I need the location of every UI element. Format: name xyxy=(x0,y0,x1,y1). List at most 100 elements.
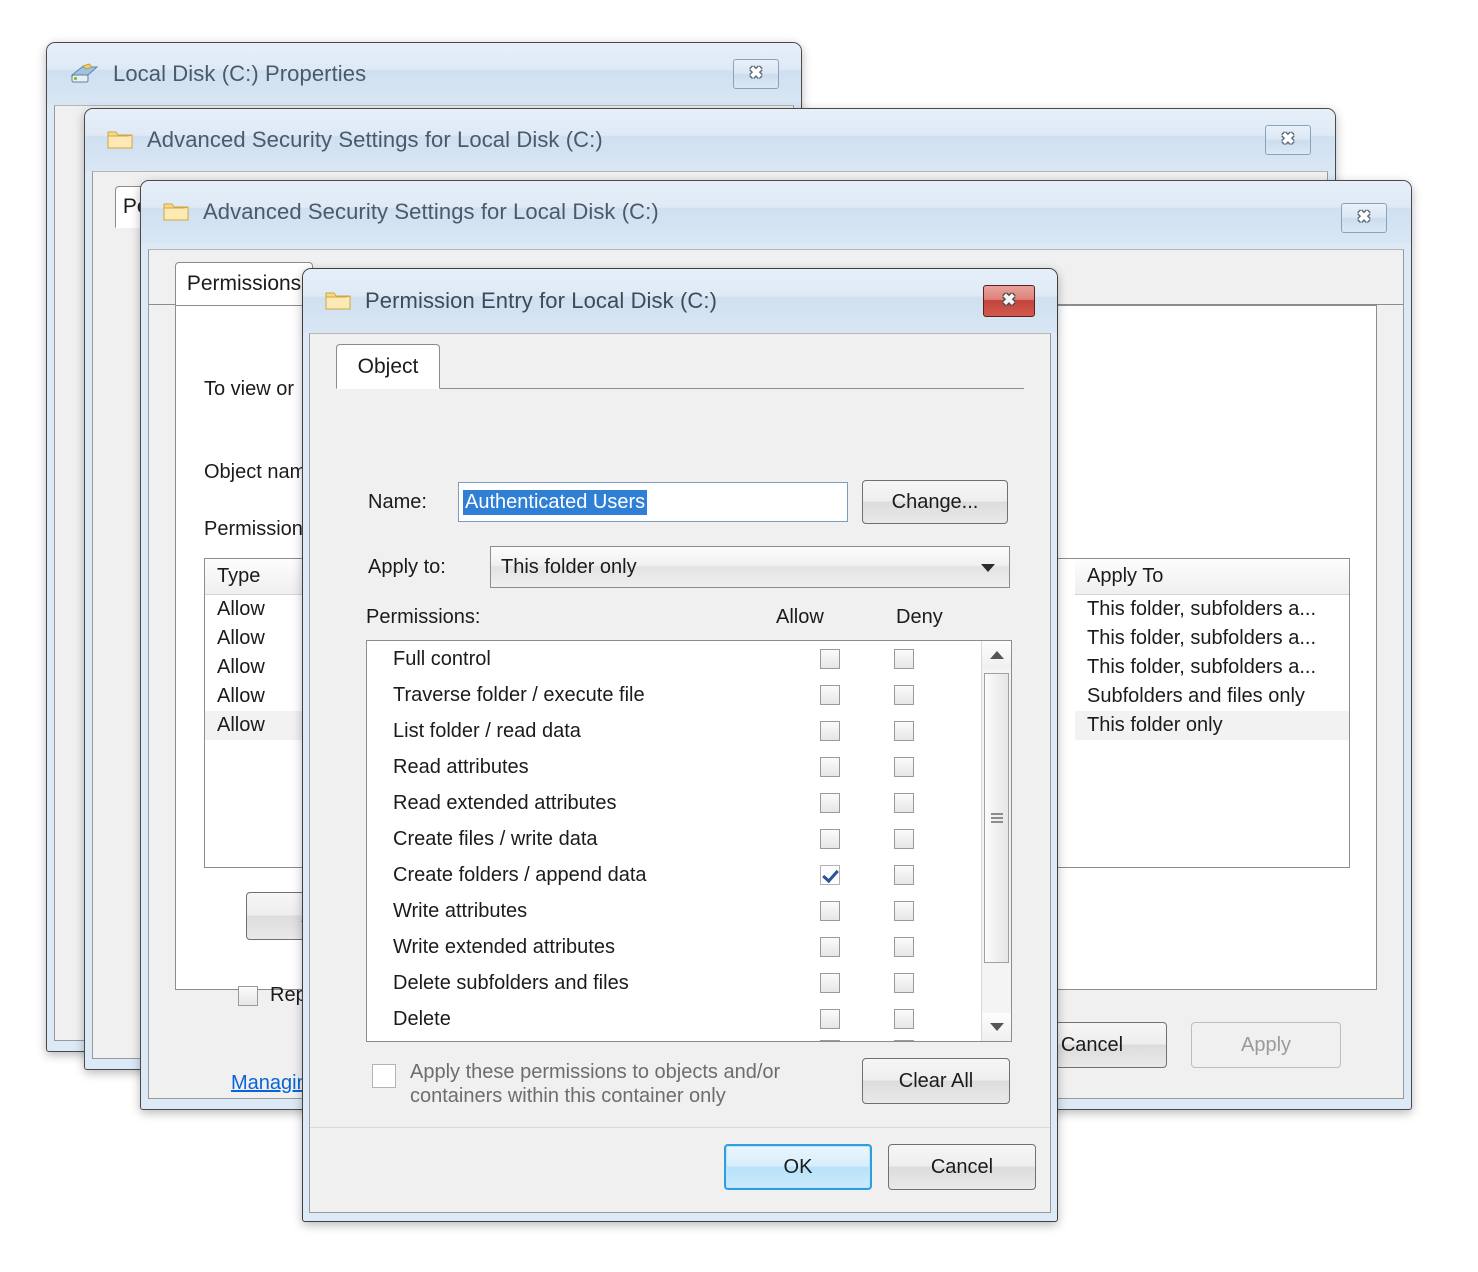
deny-checkbox[interactable] xyxy=(894,649,914,669)
deny-checkbox[interactable] xyxy=(894,1009,914,1029)
deny-checkbox-cell[interactable] xyxy=(867,793,941,813)
allow-checkbox-cell[interactable] xyxy=(793,685,867,705)
table-row[interactable]: Subfolders and files only xyxy=(1075,682,1349,711)
table-row[interactable]: This folder, subfolders a... xyxy=(1075,653,1349,682)
allow-checkbox[interactable] xyxy=(820,829,840,849)
allow-checkbox-cell[interactable] xyxy=(793,829,867,849)
deny-checkbox[interactable] xyxy=(894,865,914,885)
list-item[interactable]: Read extended attributes xyxy=(367,785,981,821)
deny-checkbox[interactable] xyxy=(894,757,914,777)
deny-checkbox[interactable] xyxy=(894,793,914,813)
list-item[interactable]: Write extended attributes xyxy=(367,929,981,965)
deny-checkbox[interactable] xyxy=(894,901,914,921)
table-row[interactable]: This folder, subfolders a... xyxy=(1075,624,1349,653)
allow-checkbox-cell[interactable] xyxy=(793,793,867,813)
close-icon-advanced-security-back[interactable]: ✖ xyxy=(1265,125,1311,155)
tab-permissions-front[interactable]: Permissions xyxy=(175,262,313,306)
deny-checkbox-cell[interactable] xyxy=(867,757,941,777)
list-item-partial[interactable] xyxy=(367,1037,981,1041)
allow-checkbox[interactable] xyxy=(820,793,840,813)
clear-all-button[interactable]: Clear All xyxy=(862,1058,1010,1104)
allow-checkbox-cell[interactable] xyxy=(793,1040,867,1041)
cancel-button-permission-entry[interactable]: Cancel xyxy=(888,1144,1036,1190)
allow-checkbox[interactable] xyxy=(820,901,840,921)
name-input[interactable]: Authenticated Users xyxy=(458,482,848,522)
deny-checkbox-cell[interactable] xyxy=(867,865,941,885)
close-icon-advanced-security-front[interactable]: ✖ xyxy=(1341,203,1387,233)
deny-checkbox-cell[interactable] xyxy=(867,829,941,849)
allow-checkbox[interactable] xyxy=(820,937,840,957)
deny-checkbox-cell[interactable] xyxy=(867,685,941,705)
titlebar-local-disk-properties[interactable]: Local Disk (C:) Properties ✖ xyxy=(47,43,801,105)
close-icon-local-disk-properties[interactable]: ✖ xyxy=(733,59,779,89)
replace-checkbox[interactable] xyxy=(238,985,258,1006)
scroll-down-button[interactable] xyxy=(982,1013,1011,1041)
deny-checkbox-cell[interactable] xyxy=(867,721,941,741)
scrollbar-thumb[interactable] xyxy=(984,673,1009,963)
titlebar-permission-entry[interactable]: Permission Entry for Local Disk (C:) ✖ xyxy=(303,269,1057,333)
window-permission-entry[interactable]: Permission Entry for Local Disk (C:) ✖ O… xyxy=(302,268,1058,1222)
allow-checkbox[interactable] xyxy=(820,1040,840,1041)
table-row[interactable]: This folder only xyxy=(1075,711,1349,740)
list-item[interactable]: List folder / read data xyxy=(367,713,981,749)
allow-checkbox[interactable] xyxy=(820,865,840,885)
list-item[interactable]: Write attributes xyxy=(367,893,981,929)
deny-checkbox-cell[interactable] xyxy=(867,1040,941,1041)
allow-checkbox-cell[interactable] xyxy=(793,901,867,921)
allow-checkbox[interactable] xyxy=(820,757,840,777)
close-icon-permission-entry[interactable]: ✖ xyxy=(983,285,1035,317)
ok-button[interactable]: OK xyxy=(724,1144,872,1190)
deny-checkbox[interactable] xyxy=(894,973,914,993)
deny-checkbox[interactable] xyxy=(894,829,914,849)
close-glyph: ✖ xyxy=(1281,131,1295,148)
change-button[interactable]: Change... xyxy=(862,480,1008,524)
deny-checkbox-cell[interactable] xyxy=(867,649,941,669)
deny-checkbox-cell[interactable] xyxy=(867,901,941,921)
table-row[interactable]: This folder, subfolders a... xyxy=(1075,595,1349,624)
apply-to-dropdown[interactable]: This folder only xyxy=(490,546,1010,588)
permissions-listbox[interactable]: Full control Traverse folder / execute f… xyxy=(366,640,1012,1042)
name-input-value: Authenticated Users xyxy=(463,489,648,515)
list-item[interactable]: Read attributes xyxy=(367,749,981,785)
allow-checkbox-cell[interactable] xyxy=(793,973,867,993)
titlebar-advanced-security-back[interactable]: Advanced Security Settings for Local Dis… xyxy=(85,109,1335,171)
deny-checkbox[interactable] xyxy=(894,721,914,741)
allow-checkbox-cell[interactable] xyxy=(793,1009,867,1029)
allow-checkbox[interactable] xyxy=(820,685,840,705)
permission-name: Full control xyxy=(393,647,491,670)
allow-checkbox[interactable] xyxy=(820,721,840,741)
allow-checkbox-cell[interactable] xyxy=(793,649,867,669)
tab-object-label: Object xyxy=(357,354,419,378)
allow-checkbox-cell[interactable] xyxy=(793,865,867,885)
deny-checkbox-cell[interactable] xyxy=(867,1009,941,1029)
deny-checkbox-cell[interactable] xyxy=(867,937,941,957)
allow-checkbox[interactable] xyxy=(820,649,840,669)
deny-checkbox-cell[interactable] xyxy=(867,973,941,993)
apply-container-checkbox[interactable] xyxy=(372,1064,396,1088)
list-item[interactable]: Traverse folder / execute file xyxy=(367,677,981,713)
permissions-scrollbar[interactable] xyxy=(981,641,1011,1041)
list-item[interactable]: Delete subfolders and files xyxy=(367,965,981,1001)
list-item[interactable]: Create folders / append data xyxy=(367,857,981,893)
allow-checkbox[interactable] xyxy=(820,973,840,993)
column-header-apply-to[interactable]: Apply To xyxy=(1075,559,1349,595)
deny-checkbox[interactable] xyxy=(894,937,914,957)
list-item[interactable]: Delete xyxy=(367,1001,981,1037)
apply-button-advanced[interactable]: Apply xyxy=(1191,1022,1341,1068)
allow-checkbox-cell[interactable] xyxy=(793,757,867,777)
deny-checkbox[interactable] xyxy=(894,1040,914,1041)
chevron-down-icon[interactable] xyxy=(981,564,995,572)
titlebar-advanced-security-front[interactable]: Advanced Security Settings for Local Dis… xyxy=(141,181,1411,243)
tab-object[interactable]: Object xyxy=(336,344,440,389)
apply-container-checkbox-row[interactable]: Apply these permissions to objects and/o… xyxy=(372,1060,842,1109)
allow-checkbox[interactable] xyxy=(820,1009,840,1029)
scroll-up-button[interactable] xyxy=(982,641,1011,669)
folder-icon xyxy=(325,289,351,313)
permission-name: Create files / write data xyxy=(393,827,598,850)
allow-checkbox-cell[interactable] xyxy=(793,721,867,741)
list-item[interactable]: Full control xyxy=(367,641,981,677)
allow-checkbox-cell[interactable] xyxy=(793,937,867,957)
apply-to-column: This folder, subfolders a... This folder… xyxy=(1075,595,1349,740)
deny-checkbox[interactable] xyxy=(894,685,914,705)
list-item[interactable]: Create files / write data xyxy=(367,821,981,857)
